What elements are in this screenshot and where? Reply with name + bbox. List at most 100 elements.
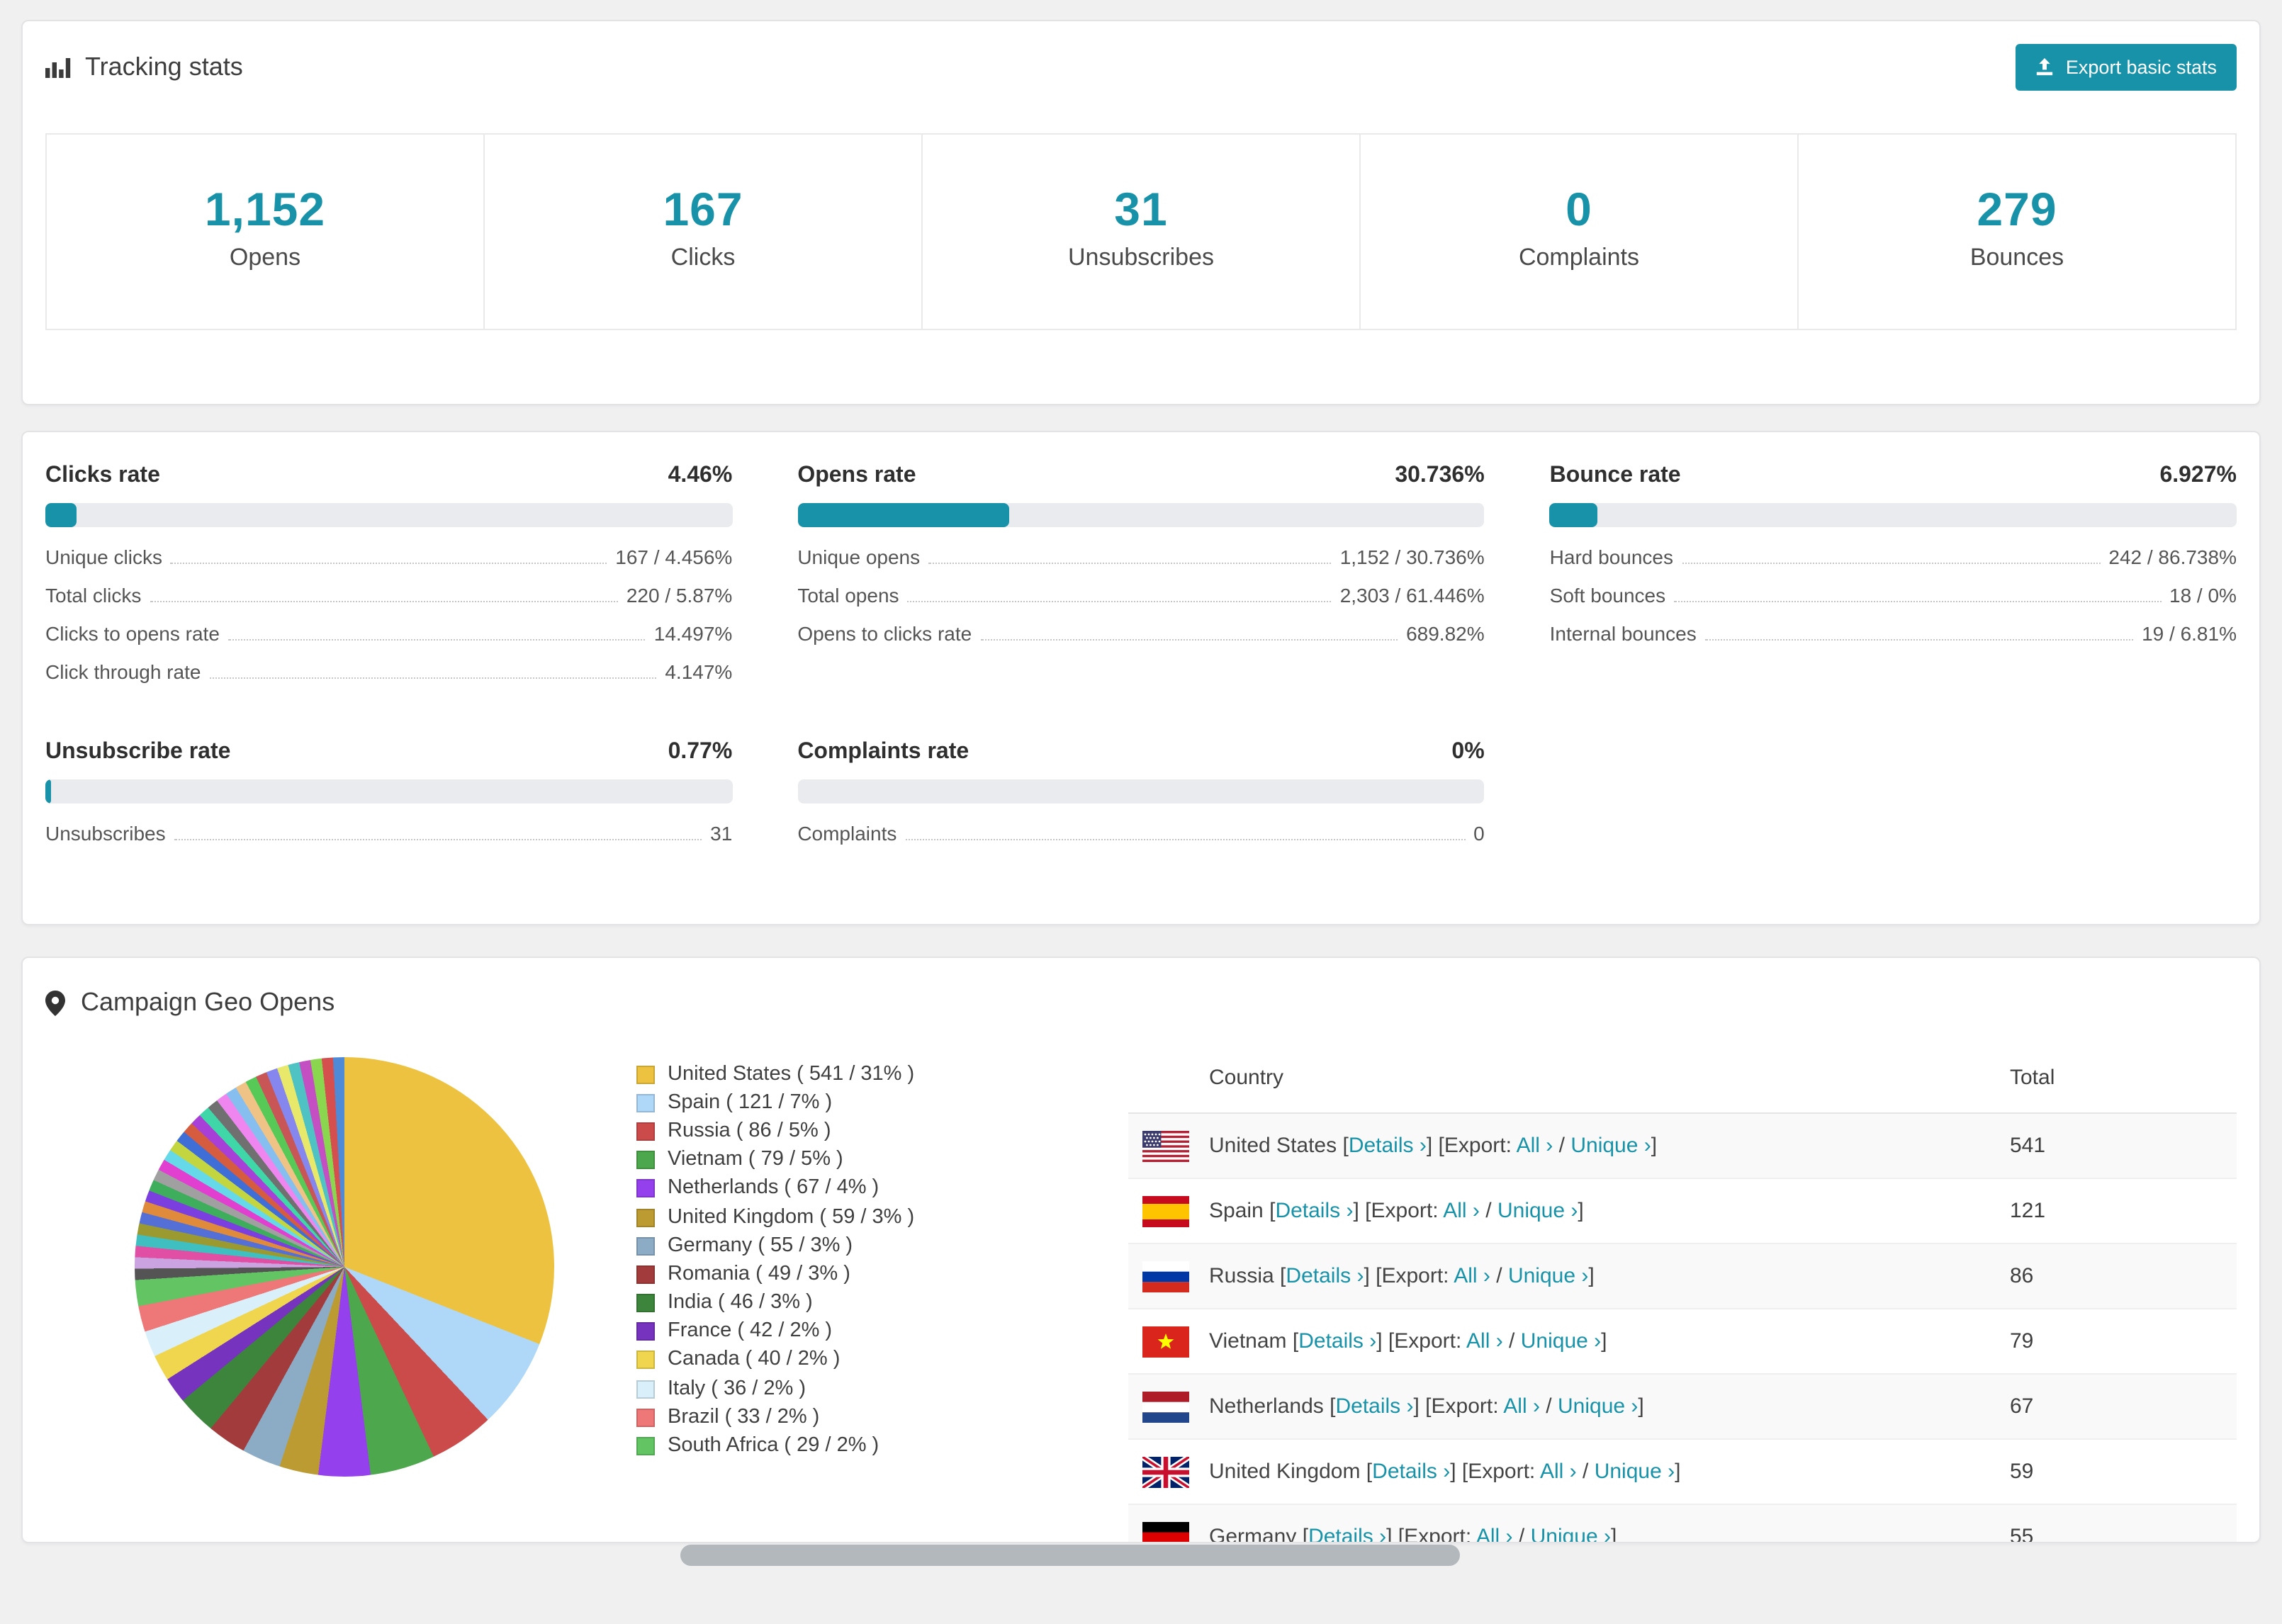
rate-stat-label: Clicks to opens rate	[45, 622, 220, 645]
details-link[interactable]: Details ›	[1335, 1394, 1413, 1419]
legend-label: South Africa ( 29 / 2% )	[668, 1434, 879, 1457]
bracket: ]	[1638, 1394, 1644, 1419]
rate-value: 0.77%	[668, 740, 733, 764]
legend-label: Romania ( 49 / 3% )	[668, 1262, 850, 1285]
total-cell: 86	[2010, 1264, 2034, 1288]
bracket: [	[1360, 1460, 1373, 1484]
stat-label: Complaints	[1518, 244, 1640, 271]
stat-label: Bounces	[1969, 244, 2064, 271]
rate-stat-value: 689.82%	[1406, 622, 1485, 645]
map-pin-icon	[45, 990, 65, 1015]
flag-icon	[1142, 1130, 1189, 1161]
rate-stat-value: 1,152 / 30.736%	[1339, 546, 1485, 568]
rate-header: Complaints rate 0%	[797, 740, 1484, 765]
export-all-link[interactable]: All ›	[1454, 1264, 1490, 1288]
separator: /	[1479, 1199, 1497, 1223]
export-unique-link[interactable]: Unique ›	[1595, 1460, 1675, 1484]
bracket: [	[1286, 1329, 1299, 1353]
rate-rows: Unique opens 1,152 / 30.736% Total opens…	[797, 538, 1484, 653]
country-cell: Vietnam [Details ›] [Export: All › / Uni…	[1209, 1329, 2010, 1353]
rates-card: Clicks rate 4.46% Unique clicks 167 / 4.…	[21, 431, 2261, 925]
flag-icon	[1142, 1261, 1189, 1292]
bracket: ] [	[1353, 1199, 1371, 1223]
export-basic-stats-button[interactable]: Export basic stats	[2016, 44, 2237, 91]
legend-label: Vietnam ( 79 / 5% )	[668, 1148, 843, 1171]
bracket: ]	[1611, 1525, 1617, 1543]
export-all-link[interactable]: All ›	[1466, 1329, 1503, 1353]
progress-bar	[45, 779, 733, 803]
export-unique-link[interactable]: Unique ›	[1497, 1199, 1578, 1223]
stat-box: 31 Unsubscribes	[921, 133, 1361, 330]
bracket: ] [	[1386, 1525, 1405, 1543]
progress-bar-fill	[1549, 503, 1597, 527]
stat-box: 167 Clicks	[483, 133, 923, 330]
legend-swatch	[636, 1322, 655, 1341]
details-link[interactable]: Details ›	[1349, 1134, 1427, 1158]
details-link[interactable]: Details ›	[1286, 1264, 1364, 1288]
horizontal-scrollbar-thumb[interactable]	[680, 1545, 1460, 1566]
total-cell: 59	[2010, 1460, 2034, 1484]
details-link[interactable]: Details ›	[1308, 1525, 1386, 1542]
geo-pie-chart-wrap	[45, 1037, 636, 1542]
export-unique-link[interactable]: Unique ›	[1531, 1525, 1611, 1542]
rate-stat-row: Unique opens 1,152 / 30.736%	[797, 538, 1484, 577]
legend-item: Romania ( 49 / 3% )	[636, 1261, 1128, 1289]
bracket: ]	[1675, 1460, 1681, 1484]
rate-stat-row: Clicks to opens rate 14.497%	[45, 615, 732, 653]
stat-label: Unsubscribes	[1068, 244, 1214, 271]
stat-box: 1,152 Opens	[45, 133, 485, 330]
bracket: [	[1263, 1199, 1276, 1223]
bracket: ]	[1588, 1264, 1595, 1288]
flag-icon	[1142, 1195, 1189, 1227]
rate-stat-value: 220 / 5.87%	[626, 584, 733, 607]
rate-header: Bounce rate 6.927%	[1550, 463, 2237, 489]
country-cell: Spain [Details ›] [Export: All › / Uniqu…	[1209, 1199, 2010, 1223]
rate-stat-row: Hard bounces 242 / 86.738%	[1550, 538, 2237, 577]
legend-item: Italy ( 36 / 2% )	[636, 1375, 1128, 1403]
rate-stat-value: 18 / 0%	[2169, 584, 2237, 607]
dotted-leader	[1682, 563, 2101, 564]
dotted-leader	[209, 677, 657, 679]
export-all-link[interactable]: All ›	[1443, 1199, 1480, 1223]
rate-stat-row: Click through rate 4.147%	[45, 653, 732, 692]
export-unique-link[interactable]: Unique ›	[1521, 1329, 1601, 1353]
export-unique-link[interactable]: Unique ›	[1570, 1134, 1651, 1158]
export-all-link[interactable]: All ›	[1476, 1525, 1513, 1542]
rate-stat-label: Complaints	[797, 822, 897, 845]
details-link[interactable]: Details ›	[1372, 1460, 1450, 1484]
table-row: United States [Details ›] [Export: All ›…	[1128, 1114, 2237, 1179]
table-row: Germany [Details ›] [Export: All › / Uni…	[1128, 1505, 2237, 1543]
export-all-link[interactable]: All ›	[1517, 1134, 1553, 1158]
export-label: Export:	[1381, 1264, 1449, 1288]
rate-stat-row: Unique clicks 167 / 4.456%	[45, 538, 732, 577]
rate-stat-value: 19 / 6.81%	[2142, 622, 2237, 645]
export-button-label: Export basic stats	[2065, 57, 2217, 78]
campaign-geo-opens-header: Campaign Geo Opens	[23, 958, 2259, 1037]
rate-stat-row: Unsubscribes 31	[45, 815, 732, 853]
legend-swatch	[636, 1093, 655, 1112]
bracket: ] [	[1426, 1134, 1444, 1158]
rate-stat-label: Total clicks	[45, 584, 142, 607]
tracking-stats-card: Tracking stats Export basic stats 1,152 …	[21, 20, 2261, 405]
export-all-link[interactable]: All ›	[1503, 1394, 1540, 1419]
dotted-leader	[170, 563, 607, 564]
details-link[interactable]: Details ›	[1275, 1199, 1353, 1223]
export-label: Export:	[1394, 1329, 1462, 1353]
legend-swatch	[636, 1179, 655, 1198]
legend-swatch	[636, 1236, 655, 1256]
legend-item: France ( 42 / 2% )	[636, 1317, 1128, 1346]
legend-item: Canada ( 40 / 2% )	[636, 1346, 1128, 1375]
export-all-link[interactable]: All ›	[1540, 1460, 1577, 1484]
rate-stat-label: Hard bounces	[1549, 546, 1673, 568]
export-unique-link[interactable]: Unique ›	[1508, 1264, 1588, 1288]
export-unique-link[interactable]: Unique ›	[1558, 1394, 1638, 1419]
geo-pie-chart[interactable]	[135, 1057, 554, 1477]
progress-bar	[45, 503, 733, 527]
bracket: ] [	[1376, 1329, 1395, 1353]
dotted-leader	[174, 839, 702, 840]
separator: /	[1576, 1460, 1595, 1484]
dotted-leader	[1704, 639, 2134, 641]
details-link[interactable]: Details ›	[1298, 1329, 1376, 1353]
